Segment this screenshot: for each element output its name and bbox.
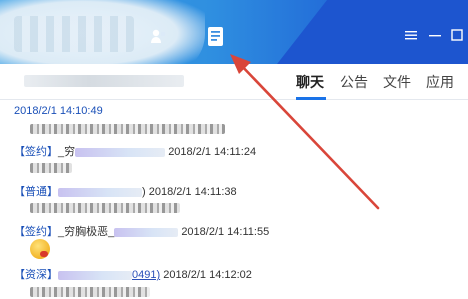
member-level-tag: 【普通】 [14, 186, 58, 198]
minimize-icon[interactable] [428, 28, 442, 42]
message-time: 2018/2/1 14:11:55 [181, 226, 270, 238]
blurred-sender-id [58, 270, 132, 280]
document-icon[interactable] [206, 26, 226, 48]
blurred-message-text [30, 287, 150, 297]
blurred-sender-id [75, 147, 166, 157]
blurred-group-name [14, 16, 134, 52]
tab-files[interactable]: 文件 [383, 72, 411, 92]
blurred-sender-id [114, 227, 179, 237]
message-sender-line: 【资深】 0491) 2018/2/1 14:12:02 [14, 266, 252, 282]
message-sender-line: 【签约】_穷胸极恶_ 2018/2/1 14:11:55 [14, 223, 269, 239]
tab-chat[interactable]: 聊天 [296, 72, 324, 92]
message-time: 2018/2/1 14:11:24 [168, 146, 257, 158]
message-sender-line: 【签约】_穷 2018/2/1 14:11:24 [14, 143, 256, 159]
sender-name[interactable]: _穷 [58, 146, 75, 158]
maximize-icon[interactable] [450, 28, 464, 42]
member-level-tag: 【签约】 [14, 226, 58, 238]
sender-name-suffix: ) [142, 186, 146, 198]
blurred-message-text [30, 124, 225, 134]
member-level-tag: 【资深】 [14, 269, 58, 281]
blurred-message-text [30, 203, 180, 213]
tab-apps[interactable]: 应用 [426, 72, 454, 92]
tab-announcement[interactable]: 公告 [340, 72, 368, 92]
blurred-group-avatar [0, 0, 205, 74]
message-timestamp-header: 2018/2/1 14:10:49 [14, 105, 103, 117]
blurred-sender-id [58, 187, 142, 197]
blurred-group-info [24, 75, 184, 87]
message-sender-line: 【普通】) 2018/2/1 14:11:38 [14, 183, 237, 199]
blurred-message-text [30, 163, 72, 173]
sender-id-link[interactable]: 0491) [132, 269, 160, 281]
sender-name[interactable]: _穷胸极恶_ [58, 226, 114, 238]
emoji-sticker [30, 239, 50, 259]
message-time: 2018/2/1 14:11:38 [148, 186, 237, 198]
menu-icon[interactable] [404, 28, 418, 42]
member-level-tag: 【签约】 [14, 146, 58, 158]
message-time: 2018/2/1 14:12:02 [163, 269, 252, 281]
user-icon[interactable] [150, 28, 168, 44]
